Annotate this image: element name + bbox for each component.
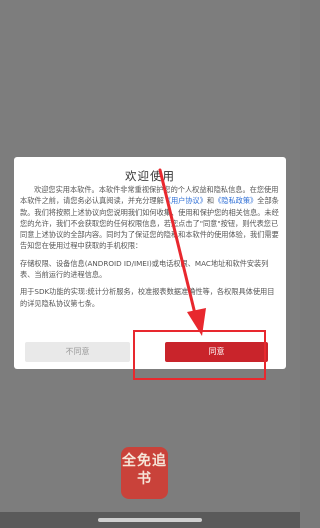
disagree-button[interactable]: 不同意 [25,342,130,362]
dialog-title: 欢迎使用 [125,169,175,183]
user-agreement-link[interactable]: 《用户协议》 [164,196,207,205]
home-indicator[interactable] [98,518,202,522]
permissions-paragraph: 存储权限、设备信息(ANDROID ID/IMEI)或电话权限、MAC地址和软件… [20,258,269,280]
app-icon: 全免追书 [121,447,168,499]
agree-highlight-box [133,330,266,380]
privacy-policy-link[interactable]: 《隐私政策》 [214,196,257,205]
sdk-paragraph: 用于SDK功能的实现:统计分析服务，校准报表数据准确性等，各权限具体使用目的详见… [20,287,275,308]
app-icon-text: 全免追书 [122,453,167,487]
dialog-body: 欢迎您实用本软件。本软件非常重视保护您的个人权益和隐私信息。在您使用本软件之前，… [20,184,280,315]
dialog-intro-paragraph: 欢迎您实用本软件。本软件非常重视保护您的个人权益和隐私信息。在您使用本软件之前，… [20,184,280,252]
